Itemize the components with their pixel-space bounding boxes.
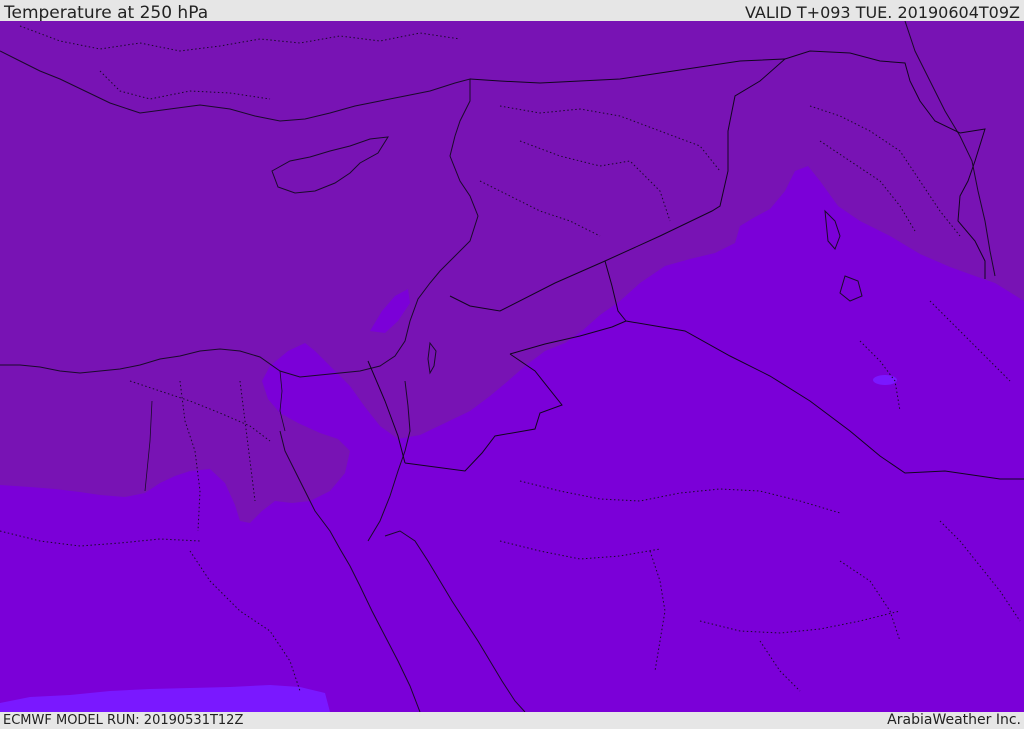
map-title: Temperature at 250 hPa — [4, 3, 209, 23]
map-canvas — [0, 21, 1024, 712]
valid-time-label: VALID T+093 TUE. 20190604T09Z — [744, 3, 1020, 22]
temperature-band-cold-patch — [873, 375, 897, 385]
temperature-map[interactable] — [0, 21, 1024, 712]
credit-label: ArabiaWeather Inc. — [887, 712, 1021, 728]
model-run-label: ECMWF MODEL RUN: 20190531T12Z — [3, 713, 244, 728]
footer-bar: ECMWF MODEL RUN: 20190531T12Z ArabiaWeat… — [0, 712, 1024, 729]
header-bar: Temperature at 250 hPa VALID T+093 TUE. … — [0, 0, 1024, 23]
